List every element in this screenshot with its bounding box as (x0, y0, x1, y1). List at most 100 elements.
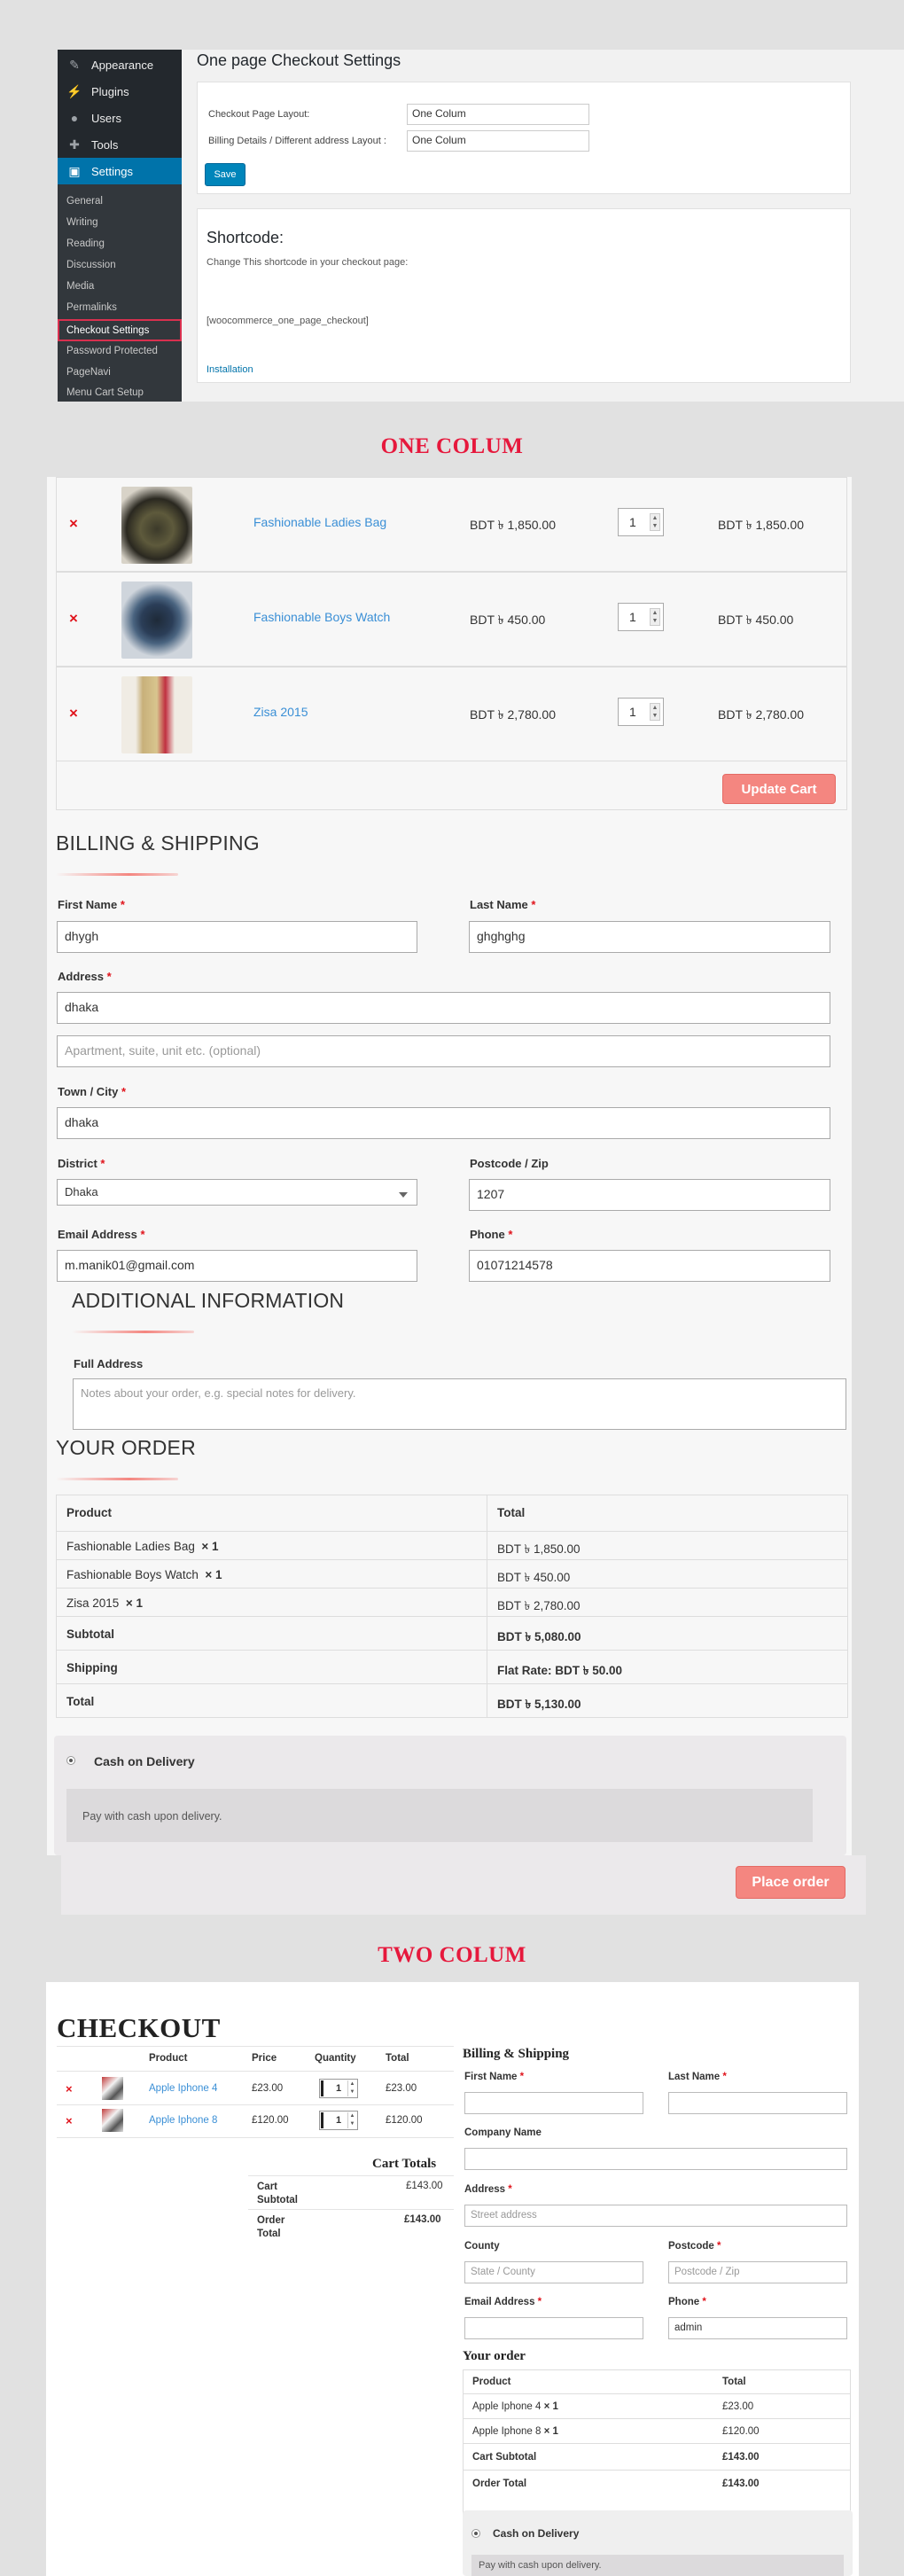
place-order-button[interactable]: Place order (736, 1866, 846, 1899)
shipping-label: Shipping (66, 1661, 118, 1674)
company-label: Company Name (464, 2127, 542, 2138)
county-field[interactable]: State / County (464, 2261, 643, 2283)
first-name-field[interactable] (464, 2092, 643, 2114)
postcode-field[interactable]: 1207 (469, 1179, 830, 1211)
table-divider (57, 2071, 454, 2072)
menu-plugins[interactable]: ⚡ Plugins (58, 78, 182, 105)
quantity-stepper[interactable]: ▲ ▼ (347, 2112, 356, 2128)
submenu-discussion[interactable]: Discussion (58, 255, 182, 275)
product-link[interactable]: Apple Iphone 8 (149, 2115, 217, 2126)
remove-item-icon[interactable]: × (69, 705, 78, 722)
payment-radio[interactable] (471, 2529, 480, 2538)
subtotal-label: Subtotal (66, 1628, 114, 1641)
title-underline (72, 1331, 194, 1333)
payment-method-label[interactable]: Cash on Delivery (493, 2527, 579, 2540)
product-link[interactable]: Zisa 2015 (253, 705, 308, 719)
quantity-stepper[interactable]: ▲ ▼ (650, 513, 660, 531)
billing-layout-select[interactable]: One Colum (407, 130, 589, 152)
submenu-writing[interactable]: Writing (58, 213, 182, 232)
street-address-field[interactable]: Street address (464, 2205, 847, 2227)
full-address-label: Full Address (74, 1357, 144, 1370)
column-header: Quantity (315, 2053, 356, 2064)
order-item-total: BDT ৳ 2,780.00 (497, 1599, 581, 1612)
subtotal-value: £143.00 (722, 2452, 760, 2463)
product-link[interactable]: Fashionable Ladies Bag (253, 515, 386, 529)
menu-label: Users (91, 111, 121, 125)
menu-settings[interactable]: ▣ Settings (58, 158, 182, 184)
remove-item-icon[interactable]: × (69, 515, 78, 533)
quantity-input[interactable]: 1 ▲ ▼ (618, 603, 664, 631)
product-thumbnail (102, 2109, 123, 2132)
column-header: Total (497, 1506, 526, 1519)
billing-layout-label: Billing Details / Different address Layo… (208, 136, 386, 146)
address-label: Address * (58, 970, 112, 983)
table-header: Product Total (464, 2370, 850, 2393)
postcode-field[interactable]: Postcode / Zip (668, 2261, 847, 2283)
phone-field[interactable]: 01071214578 (469, 1250, 830, 1282)
remove-item-icon[interactable]: × (66, 2082, 73, 2096)
quantity-input[interactable]: 1 ▲ ▼ (618, 698, 664, 726)
remove-item-icon[interactable]: × (66, 2114, 73, 2127)
submenu-pagenavi[interactable]: PageNavi (58, 363, 182, 382)
quantity-stepper[interactable]: ▲ ▼ (650, 608, 660, 626)
email-field[interactable]: m.manik01@gmail.com (57, 1250, 417, 1282)
postcode-label: Postcode * (668, 2241, 721, 2252)
product-thumbnail (102, 2077, 123, 2100)
order-notes-textarea[interactable]: Notes about your order, e.g. special not… (73, 1378, 846, 1430)
table-divider (248, 2175, 454, 2176)
menu-appearance[interactable]: ✎ Appearance (58, 51, 182, 78)
table-divider (57, 2104, 454, 2105)
quantity-value: 1 (629, 705, 636, 719)
submenu-general[interactable]: General (58, 191, 182, 211)
submenu-permalinks[interactable]: Permalinks (58, 298, 182, 317)
cart-subtotal-label: Cart Subtotal (257, 2182, 298, 2205)
phone-label: Phone * (470, 1228, 513, 1241)
first-name-field[interactable]: dhygh (57, 921, 417, 953)
district-select[interactable]: Dhaka (57, 1179, 417, 1206)
update-cart-button[interactable]: Update Cart (722, 774, 836, 804)
submenu-menu-cart-setup[interactable]: Menu Cart Setup (58, 383, 182, 402)
address2-field[interactable]: Apartment, suite, unit etc. (optional) (57, 1035, 830, 1067)
order-item-total: £120.00 (722, 2426, 760, 2437)
menu-tools[interactable]: ✚ Tools (58, 131, 182, 158)
last-name-field[interactable] (668, 2092, 847, 2114)
quantity-input[interactable]: 1 ▲ ▼ (319, 2111, 358, 2130)
title-underline (56, 1478, 178, 1480)
product-link[interactable]: Apple Iphone 4 (149, 2083, 217, 2094)
email-field[interactable] (464, 2317, 643, 2339)
column-header: Price (252, 2053, 277, 2064)
wrench-icon: ✚ (69, 137, 80, 152)
submenu-reading[interactable]: Reading (58, 234, 182, 254)
layout-select[interactable]: One Colum (407, 104, 589, 125)
table-row: Zisa 2015 × 1 BDT ৳ 2,780.00 (57, 1588, 847, 1616)
save-button[interactable]: Save (205, 163, 245, 186)
quantity-stepper[interactable]: ▲ ▼ (650, 703, 660, 721)
submenu-password-protected[interactable]: Password Protected (58, 341, 182, 361)
payment-method-label[interactable]: Cash on Delivery (94, 1754, 195, 1768)
page-title: One page Checkout Settings (197, 51, 401, 69)
quantity-input[interactable]: 1 ▲ ▼ (319, 2079, 358, 2098)
quantity-input[interactable]: 1 ▲ ▼ (618, 508, 664, 536)
column-header: Product (66, 1506, 113, 1519)
quantity-stepper[interactable]: ▲ ▼ (347, 2080, 356, 2096)
remove-item-icon[interactable]: × (69, 610, 78, 628)
two-colum-checkout: CHECKOUT Product Price Quantity Total × … (46, 1982, 859, 2576)
town-field[interactable]: dhaka (57, 1107, 830, 1139)
table-row: Apple Iphone 4 × 1 £23.00 (464, 2393, 850, 2418)
address-field[interactable]: dhaka (57, 992, 830, 1024)
menu-users[interactable]: ● Users (58, 105, 182, 131)
first-name-label: First Name * (464, 2072, 525, 2082)
product-link[interactable]: Fashionable Boys Watch (253, 610, 390, 624)
product-subtotal: BDT ৳ 1,850.00 (718, 518, 804, 532)
submenu-checkout-settings[interactable]: Checkout Settings (58, 319, 182, 341)
cart-totals-title: Cart Totals (372, 2157, 437, 2171)
subtotal-value: BDT ৳ 5,080.00 (497, 1630, 581, 1643)
product-price: £120.00 (252, 2115, 289, 2126)
submenu-media[interactable]: Media (58, 277, 182, 296)
district-value: Dhaka (65, 1185, 98, 1198)
payment-radio[interactable] (66, 1756, 75, 1765)
installation-link[interactable]: Installation (207, 364, 253, 375)
company-field[interactable] (464, 2148, 847, 2170)
phone-field[interactable]: admin (668, 2317, 847, 2339)
last-name-field[interactable]: ghghghg (469, 921, 830, 953)
